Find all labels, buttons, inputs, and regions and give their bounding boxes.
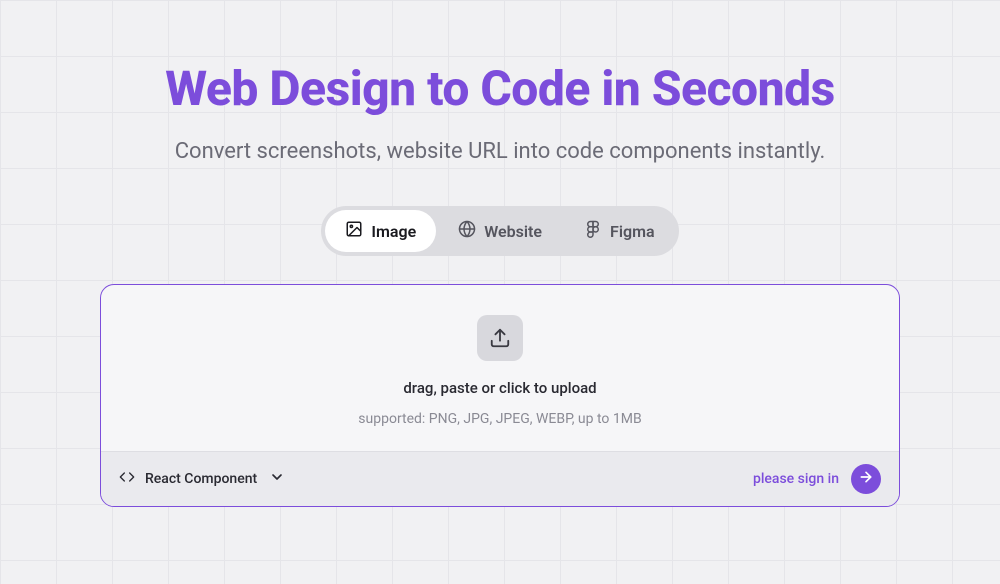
output-format-select[interactable]: React Component xyxy=(119,469,285,489)
page-subheadline: Convert screenshots, website URL into co… xyxy=(175,139,826,164)
upload-card: drag, paste or click to upload supported… xyxy=(100,284,900,507)
tab-image-label: Image xyxy=(371,222,416,241)
tab-website[interactable]: Website xyxy=(438,210,562,252)
tab-image[interactable]: Image xyxy=(325,210,436,252)
code-icon xyxy=(119,469,135,489)
chevron-down-icon xyxy=(269,469,285,489)
submit-button[interactable] xyxy=(851,464,881,494)
globe-icon xyxy=(458,220,476,242)
signin-link[interactable]: please sign in xyxy=(753,471,839,487)
page-headline: Web Design to Code in Seconds xyxy=(165,60,835,117)
dropzone-primary-text: drag, paste or click to upload xyxy=(403,379,596,397)
source-tabs: Image Website Figma xyxy=(321,206,678,256)
card-footer: React Component please sign in xyxy=(101,451,899,506)
arrow-right-icon xyxy=(858,469,874,489)
upload-icon xyxy=(477,315,523,361)
figma-icon xyxy=(584,220,602,242)
output-format-label: React Component xyxy=(145,471,257,487)
tab-website-label: Website xyxy=(484,222,542,241)
footer-right: please sign in xyxy=(753,464,881,494)
tab-figma-label: Figma xyxy=(610,222,655,241)
image-icon xyxy=(345,220,363,242)
upload-dropzone[interactable]: drag, paste or click to upload supported… xyxy=(101,285,899,451)
tab-figma[interactable]: Figma xyxy=(564,210,675,252)
dropzone-secondary-text: supported: PNG, JPG, JPEG, WEBP, up to 1… xyxy=(358,411,641,427)
